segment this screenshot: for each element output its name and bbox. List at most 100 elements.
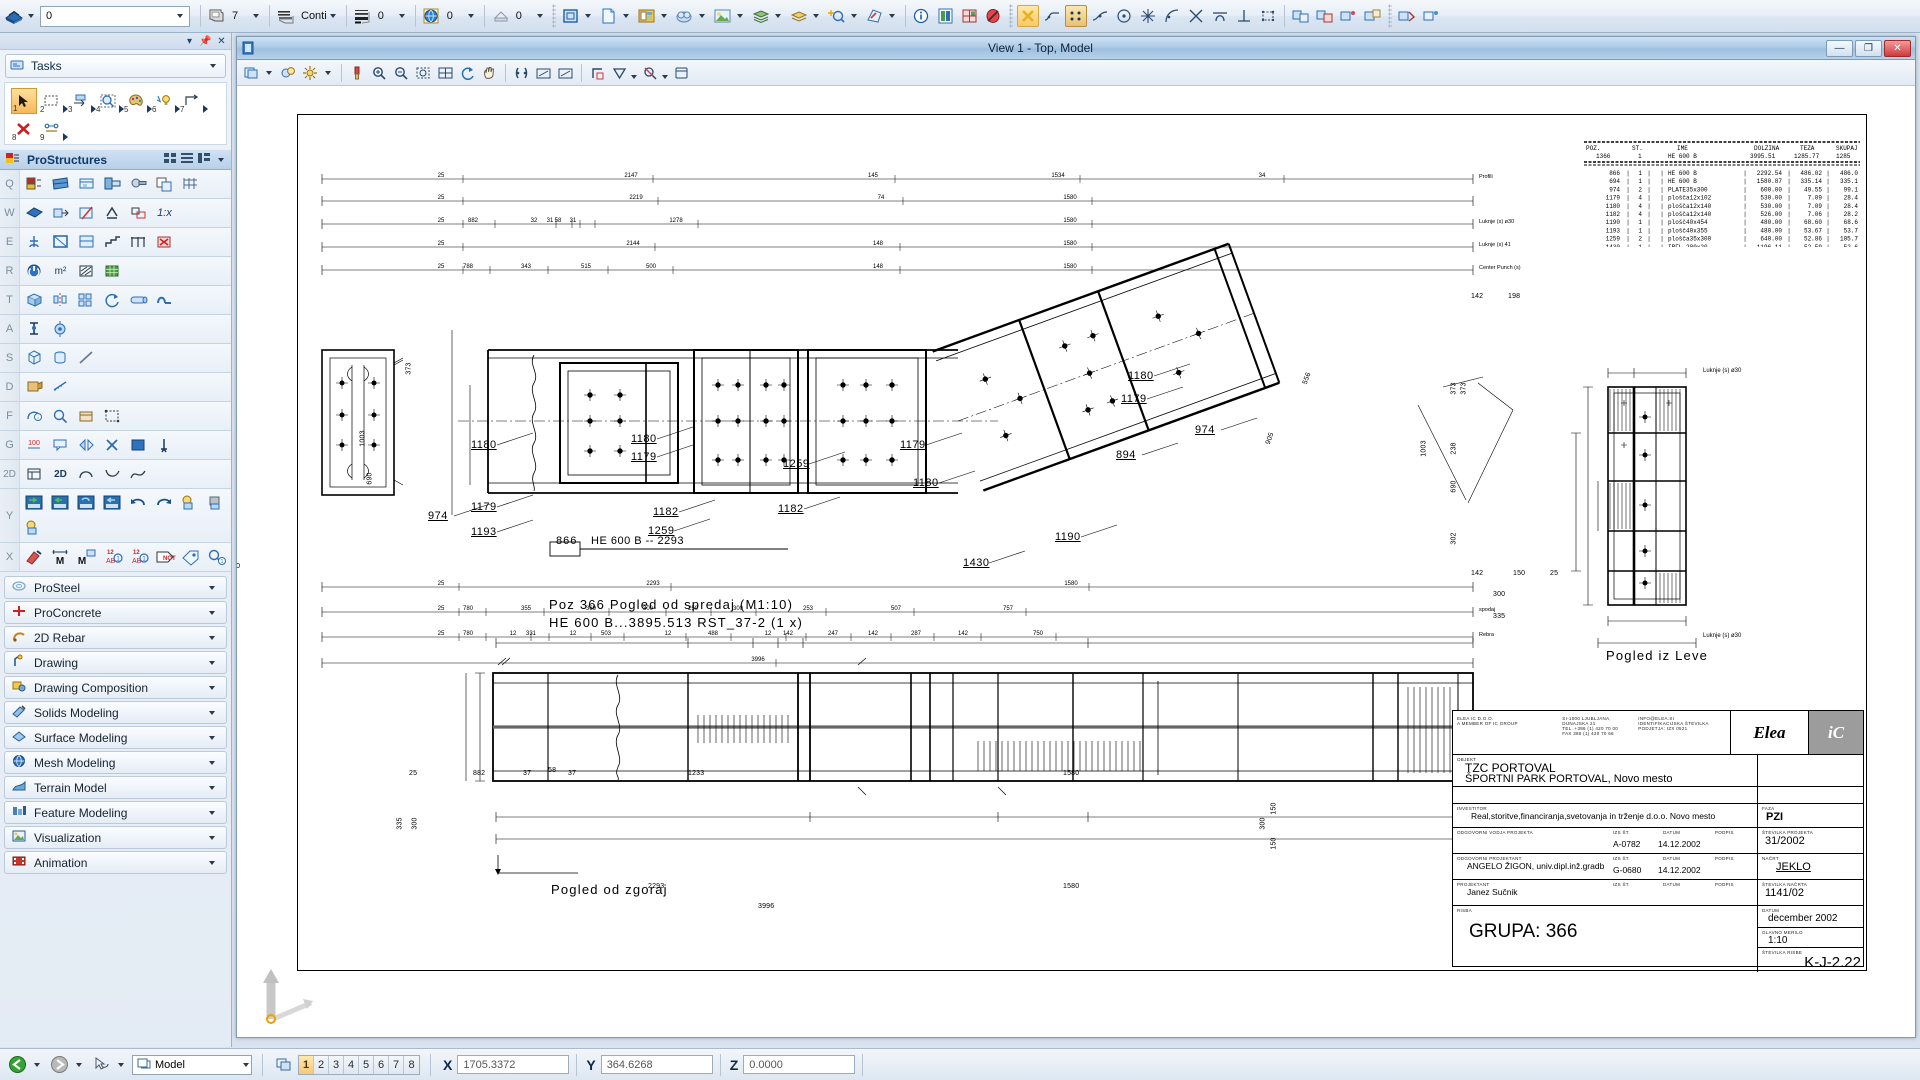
copy-view-icon[interactable] [555,62,576,83]
power-icon[interactable] [22,259,47,283]
sidebar-item-prosteel[interactable]: ProSteel [4,576,227,599]
export-icon[interactable] [22,491,47,515]
anchor-icon[interactable] [22,230,47,254]
box-open-icon[interactable] [74,404,99,428]
snap-bisector-button[interactable] [1160,3,1184,29]
view-level-7[interactable]: 7 [389,1056,404,1074]
dim-m-icon[interactable]: M [48,545,73,569]
fit-view-icon[interactable] [435,62,456,83]
spline-icon[interactable] [126,462,151,486]
array-icon[interactable] [74,288,99,312]
grid-view-icon[interactable] [164,153,177,167]
chevron-down-icon[interactable] [631,75,637,79]
element-info-button[interactable] [825,3,863,29]
green-back-icon[interactable] [6,1054,28,1076]
chevron-down-icon[interactable] [851,14,857,18]
references-button[interactable] [597,3,635,29]
node-icon[interactable] [48,317,73,341]
revert-icon[interactable] [100,491,125,515]
slash-icon[interactable] [74,346,99,370]
flyout-arrow-icon[interactable] [63,133,68,141]
priority-picker-button[interactable]: 0 [489,3,549,29]
chevron-down-icon[interactable] [468,14,474,18]
no-symbology-button[interactable] [982,3,1006,29]
box-icon[interactable] [22,288,47,312]
list-view-icon[interactable] [181,153,194,167]
delete-element-tool[interactable]: 8 [11,116,37,142]
extrude-icon[interactable] [48,201,73,225]
close-icon[interactable]: ✕ [215,35,228,48]
sidebar-item-visualization[interactable]: Visualization [4,826,227,849]
weld-icon[interactable] [100,201,125,225]
auto-num-icon[interactable]: 12AB1 [100,545,125,569]
sidebar-item-drawing[interactable]: Drawing [4,651,227,674]
fence-extra1-button[interactable] [1395,3,1419,29]
undo-icon[interactable] [126,491,151,515]
chevron-down-icon[interactable] [209,786,215,790]
chevron-down-icon[interactable] [210,64,216,68]
fence-stretch-button[interactable] [1337,3,1361,29]
view-window-titlebar[interactable]: View 1 - Top, Model — ❐ ✕ [237,37,1915,60]
model-combo[interactable]: Model [132,1055,252,1075]
sidebar-item-animation[interactable]: Animation [4,851,227,874]
snap-multi-button[interactable] [1016,3,1040,29]
rotate-icon[interactable] [100,288,125,312]
chevron-down-icon[interactable] [813,14,819,18]
view-attr-icon[interactable] [241,62,262,83]
tasks-header[interactable]: Tasks [5,54,226,78]
yellow-box2-icon[interactable] [22,516,47,540]
chevron-down-icon[interactable] [253,14,259,18]
view-level-8[interactable]: 8 [404,1056,419,1074]
sidebar-item-2d-rebar[interactable]: 2D Rebar [4,626,227,649]
chevron-down-icon[interactable] [209,836,215,840]
chevron-down-icon[interactable] [537,14,543,18]
renumber-icon[interactable]: 1 [204,545,229,569]
render-icon[interactable] [671,62,692,83]
chevron-down-icon[interactable] [209,611,215,615]
maximize-button[interactable]: ❐ [1855,40,1882,57]
yellow-box-icon[interactable] [178,491,203,515]
chevron-down-icon[interactable]: ▾ [183,35,196,48]
arc2-icon[interactable] [100,462,125,486]
tag-icon[interactable] [48,433,73,457]
chevron-down-icon[interactable] [662,75,668,79]
pin-icon[interactable]: 📌 [199,35,212,48]
mirror-icon[interactable] [48,288,73,312]
measure-distance-tool[interactable]: 9 [39,116,65,142]
snap-origin-button[interactable] [1136,3,1160,29]
cross-icon[interactable] [100,433,125,457]
hatch-icon[interactable] [74,259,99,283]
chevron-down-icon[interactable] [399,14,405,18]
coord-y-field[interactable]: 364.6268 [601,1055,713,1074]
detail-view-icon[interactable] [198,153,211,167]
cut-icon[interactable] [74,201,99,225]
zoom-out-icon[interactable] [391,62,412,83]
window-area-icon[interactable] [413,62,434,83]
delete-red-icon[interactable] [152,230,177,254]
line-style-picker-button[interactable]: Conti [274,3,342,29]
one-to-x-icon[interactable]: 1:x [152,201,177,225]
chevron-down-icon[interactable] [889,14,895,18]
import-icon[interactable] [48,491,73,515]
fence-place-button[interactable] [1289,3,1313,29]
sync-icon[interactable] [74,491,99,515]
chevron-down-icon[interactable] [218,158,224,162]
note-icon[interactable]: NOTE [152,545,177,569]
arc-icon[interactable] [74,462,99,486]
render-style-icon[interactable] [300,62,321,83]
raster-manager-button[interactable] [635,3,673,29]
chevron-down-icon[interactable] [737,14,743,18]
chevron-down-icon[interactable] [209,811,215,815]
drawing-canvas[interactable]: POZ.ST.IME DOLZINATEZASKUPAJ 13661HE 600… [237,86,1915,1037]
prev-next-icon[interactable] [511,62,532,83]
connection-icon[interactable] [100,172,125,196]
green-grid-icon[interactable] [100,259,125,283]
point-cloud-button[interactable] [673,3,711,29]
stair-icon[interactable] [100,230,125,254]
minimize-button[interactable]: — [1826,40,1853,57]
active-model-button[interactable] [2,3,40,29]
beam-icon[interactable] [48,172,73,196]
clip-front-icon[interactable] [640,62,661,83]
view-level-4[interactable]: 4 [344,1056,359,1074]
cylinder-icon[interactable] [48,346,73,370]
